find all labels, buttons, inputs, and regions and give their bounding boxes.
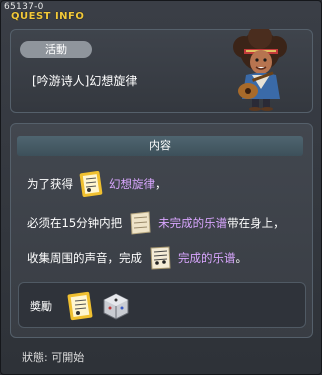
line1-suffix: ，: [155, 177, 167, 191]
line1-highlight: 幻想旋律: [109, 177, 155, 191]
line3-prefix: 收集周围的声音，完成: [27, 251, 142, 265]
window-title: QUEST INFO: [11, 11, 85, 22]
line1-prefix: 为了获得: [27, 177, 73, 191]
content-line-3: 收集周围的声音，完成 完成的乐谱 。: [27, 243, 247, 273]
line2-prefix: 必须在15分钟内把: [27, 216, 123, 230]
content-line-2: 必须在15分钟内把 未完成的乐谱 带在身上，: [27, 208, 285, 238]
damage-skin-box-icon[interactable]: [101, 291, 131, 321]
unfinished-sheet-music-icon: [130, 211, 151, 235]
quest-status: 狀態: 可開始: [22, 351, 85, 364]
quest-name: [吟游诗人]幻想旋律: [32, 74, 138, 88]
music-scroll-gold-icon: [79, 170, 103, 198]
line3-highlight: 完成的乐谱: [178, 251, 236, 265]
activity-tag: 活動: [20, 41, 92, 58]
content-line-1: 为了获得 幻想旋律 ，: [27, 169, 167, 199]
quest-content-panel: 内容 为了获得 幻想旋律 ， 必须在15分钟内把 未完成的乐谱 带在身上， 收集…: [10, 123, 313, 338]
content-section-title: 内容: [17, 136, 303, 156]
bard-npc-portrait-icon: [233, 29, 287, 111]
line2-highlight: 未完成的乐谱: [158, 216, 228, 230]
reward-label: 奬勵: [30, 300, 52, 313]
line3-suffix: 。: [235, 251, 248, 265]
quest-header-panel: 活動 [吟游诗人]幻想旋律: [10, 29, 313, 113]
line2-suffix: 带在身上，: [227, 216, 285, 230]
reward-music-scroll-gold-icon[interactable]: [64, 289, 96, 323]
quest-info-window: 65137-0 QUEST INFO 活動 [吟游诗人]幻想旋律 内容 为了获得…: [0, 0, 322, 375]
finished-sheet-music-icon: [150, 246, 171, 270]
reward-box: 奬勵: [18, 282, 306, 328]
